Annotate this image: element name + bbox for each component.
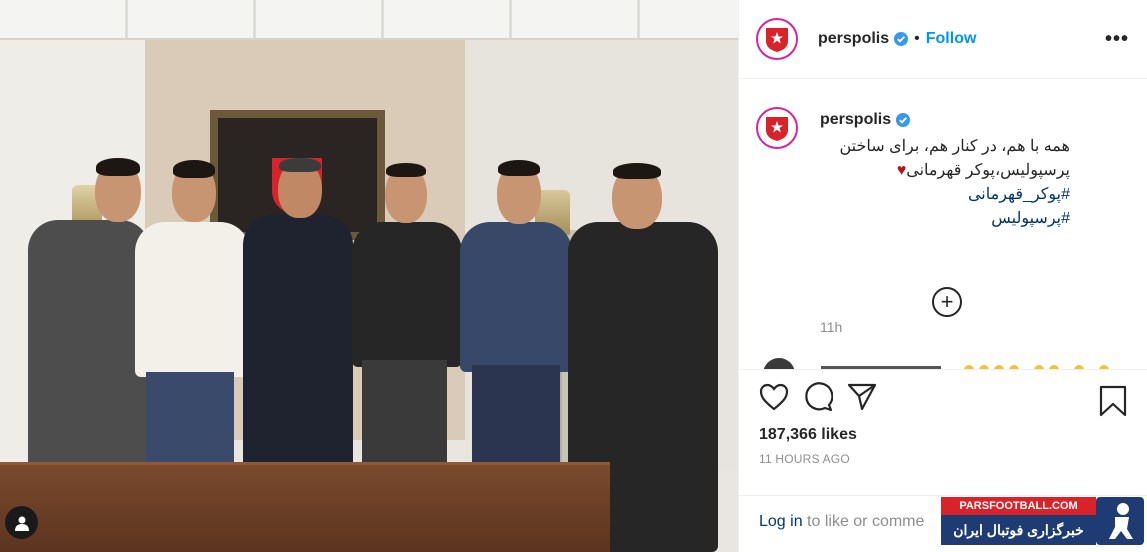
caption-username-row: perspolis [820,111,911,129]
watermark-logo-icon [1096,497,1144,545]
likes-count[interactable]: 187,366 likes [759,426,1127,444]
login-rest-text: to like or comme [802,513,925,530]
caption-text: همه با هم، در کنار هم، برای ساختن پرسپول… [820,135,1070,231]
caption-line2: پرسپولیس،پوکر قهرمانی [906,162,1070,179]
post-sidebar: perspolis • Follow ••• perspolis همه با … [738,0,1147,552]
heart-emoji: ♥ [896,162,907,179]
photo-table [0,462,610,552]
club-logo-icon [766,117,788,141]
caption-time: 11h [820,319,843,335]
post-actions: 187,366 likes 11 HOURS AGO [739,369,1147,469]
bookmark-icon[interactable] [1099,385,1127,417]
comment-row-partial [759,356,1139,369]
hashtag-link[interactable]: #پوکر_قهرمانی [820,183,1070,207]
follow-button[interactable]: Follow [926,30,977,48]
parsfootball-watermark: PARSFOOTBALL.COM خبرگزاری فوتبال ایران [941,497,1147,547]
user-tag-icon[interactable] [5,506,38,539]
caption-username[interactable]: perspolis [820,111,891,129]
hashtag-link[interactable]: #پرسپولیس [820,207,1070,231]
login-link[interactable]: Log in [759,513,803,530]
club-logo-icon [766,28,788,52]
header-dot: • [914,30,920,47]
heart-icon[interactable] [759,383,789,411]
add-comment-icon[interactable]: + [932,287,962,317]
share-icon[interactable] [847,382,877,412]
post-timestamp: 11 HOURS AGO [759,452,850,466]
verified-badge-icon [896,113,911,127]
photo-ceiling [0,0,738,40]
instagram-post: perspolis • Follow ••• perspolis همه با … [0,0,1147,552]
post-header: perspolis • Follow ••• [739,0,1147,79]
comment-icon[interactable] [803,382,833,412]
header-username[interactable]: perspolis [818,30,889,48]
caption-line1: همه با هم، در کنار هم، برای ساختن [839,138,1070,155]
header-avatar[interactable] [756,18,798,60]
comments-section: perspolis همه با هم، در کنار هم، برای سا… [739,79,1147,369]
post-photo[interactable] [0,0,738,552]
watermark-title: خبرگزاری فوتبال ایران [941,515,1096,545]
caption-avatar[interactable] [756,107,798,149]
watermark-site: PARSFOOTBALL.COM [941,497,1096,515]
verified-badge-icon [894,32,909,46]
more-options-icon[interactable]: ••• [1105,28,1129,51]
caption-line2-row: پرسپولیس،پوکر قهرمانی♥ [820,159,1070,183]
action-icons [759,382,1127,412]
